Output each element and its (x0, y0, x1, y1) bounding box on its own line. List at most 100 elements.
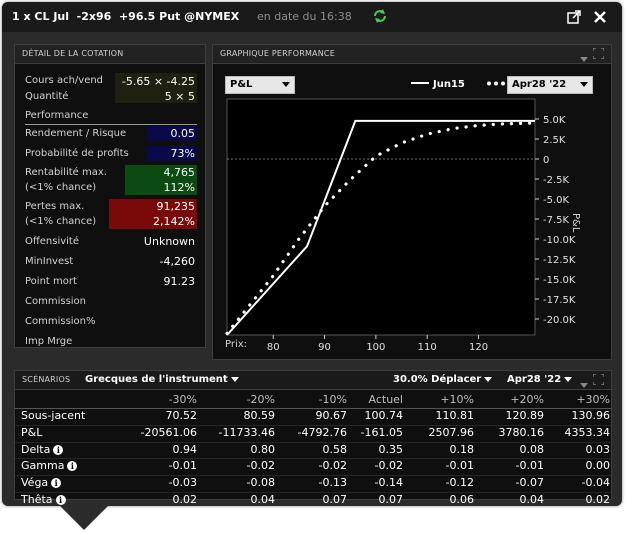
mininvest-label: MinInvest (25, 256, 74, 267)
table-cell: 0.03 (585, 442, 611, 456)
max-loss-label: Pertes max. (25, 201, 85, 212)
row-label: Gamma i (21, 459, 78, 472)
column-header: -20% (246, 393, 275, 406)
offensivite-value: Unknown (143, 235, 195, 248)
y-tick-label: -10.0K (543, 235, 576, 246)
commission-pct-label: Commission% (25, 316, 96, 327)
table-cell: 110.81 (435, 409, 475, 422)
margin-label: Imp Mrge (25, 336, 73, 347)
title-bar: 1 x CL Jul -2x96 +96.5 Put @NYMEX en dat… (2, 2, 622, 32)
y-tick-label: -20.0K (543, 315, 576, 326)
quote-time: en date du 16:38 (257, 10, 352, 23)
max-profit-pct: 112% (163, 181, 195, 194)
y-tick-label: -2.5K (543, 175, 570, 186)
table-cell: 0.58 (322, 442, 348, 456)
mininvest-value: -4,260 (159, 255, 195, 268)
table-cell: 0.35 (378, 442, 404, 456)
max-loss-pct: 2,142% (153, 215, 195, 228)
option-window: 1 x CL Jul -2x96 +96.5 Put @NYMEX en dat… (2, 2, 622, 506)
bid-ask-value: -5.65 × -4.25 (121, 75, 195, 88)
x-tick-label: 90 (318, 342, 331, 353)
greeks-dropdown[interactable]: Grecques de l'instrument (85, 374, 239, 385)
x-axis-label: Prix: (225, 339, 248, 350)
x-tick-label: 80 (267, 342, 280, 353)
table-cell: -0.01 (515, 459, 544, 473)
table-cell: -0.07 (515, 476, 544, 490)
scenario-date-dropdown[interactable]: Apr28 '22 (507, 374, 573, 385)
info-icon[interactable]: i (51, 478, 62, 489)
row-label: Véga i (21, 476, 62, 489)
table-cell: 130.96 (571, 409, 611, 422)
bid-ask-label: Cours ach/vend (25, 75, 104, 86)
table-cell: -20561.06 (140, 425, 197, 439)
table-cell: 80.59 (243, 409, 276, 422)
breakeven-value: 91.23 (163, 275, 196, 288)
y-tick-label: -17.5K (543, 295, 576, 306)
table-cell: -0.02 (246, 459, 275, 473)
table-cell: -0.03 (168, 476, 197, 490)
performance-section-label: Performance (25, 110, 89, 121)
offensivite-label: Offensivité (25, 236, 80, 247)
column-header: -10% (318, 393, 347, 406)
y-tick-label: -15.0K (543, 275, 576, 286)
info-icon[interactable]: i (55, 495, 66, 505)
popout-icon[interactable] (566, 9, 582, 25)
column-header: +10% (440, 393, 474, 406)
table-cell: 0.02 (585, 493, 611, 506)
refresh-icon[interactable] (372, 8, 388, 24)
quantity-value: 5 × 5 (164, 90, 195, 103)
info-icon[interactable]: i (53, 444, 64, 455)
x-tick-label: 100 (366, 342, 385, 353)
y-axis-label: P&L (570, 213, 581, 233)
table-cell: 4353.34 (564, 425, 611, 439)
table-cell: 0.08 (519, 442, 545, 456)
greeks-dropdown-label: Grecques de l'instrument (85, 374, 228, 385)
max-profit-label: Rentabilité max. (25, 167, 107, 178)
table-cell: -0.14 (374, 476, 403, 490)
probability-label: Probabilité de profits (25, 148, 129, 159)
pnl-chart: 5.0K 2.5K 0 -2.5K -5.0K -7.5K -10.0K -12.5K -15.… (225, 98, 576, 353)
table-cell: 0.06 (449, 493, 475, 506)
y-tick-label: 0 (543, 155, 549, 166)
plot-area (226, 98, 536, 336)
y-tick-label: -12.5K (543, 255, 576, 266)
table-cell: 0.18 (449, 442, 475, 456)
table-cell: 3780.16 (498, 425, 545, 439)
y-tick-label: 5.0K (543, 115, 566, 126)
close-icon[interactable] (592, 9, 608, 25)
table-cell: -0.01 (445, 459, 474, 473)
table-cell: 0.00 (585, 459, 611, 473)
table-cell: 0.94 (172, 442, 198, 456)
rendement-value: 0.05 (170, 127, 196, 140)
column-header: Actuel (368, 393, 404, 406)
performance-chart-panel: GRAPHIQUE PERFORMANCE P&L Jun15 Apr28 '2… (212, 44, 612, 360)
max-profit-value: 4,765 (163, 166, 196, 179)
section-divider (25, 124, 197, 125)
row-label: Sous-jacent (21, 409, 86, 422)
table-cell: 120.89 (505, 409, 545, 422)
table-cell: 0.02 (172, 493, 198, 506)
scenario-menu-icon[interactable] (577, 375, 588, 394)
commission-label: Commission (25, 296, 87, 307)
chevron-down-icon (230, 376, 239, 382)
y-tick-label: 2.5K (543, 135, 566, 146)
breakeven-label: Point mort (25, 276, 77, 287)
table-cell: -11733.46 (218, 425, 275, 439)
info-icon[interactable]: i (67, 461, 78, 472)
column-header: +20% (510, 393, 544, 406)
row-label: P&L (21, 425, 43, 439)
column-header: +30% (576, 393, 610, 406)
y-tick-label: -7.5K (543, 215, 570, 226)
table-cell: 100.74 (364, 409, 404, 422)
y-tick-label: -5.0K (543, 195, 570, 206)
table-cell: -0.04 (581, 476, 610, 490)
table-cell: -0.13 (318, 476, 347, 490)
scenarios-header: SCÉNARIOS Grecques de l'instrument 30.0%… (15, 371, 611, 390)
scenarios-panel: SCÉNARIOS Grecques de l'instrument 30.0%… (14, 370, 612, 506)
move-dropdown[interactable]: 30.0% Déplacer (393, 374, 493, 385)
table-cell: 0.80 (250, 442, 276, 456)
expand-icon[interactable] (593, 374, 604, 385)
table-cell: -0.12 (445, 476, 474, 490)
move-dropdown-label: 30.0% Déplacer (393, 374, 482, 385)
table-cell: -0.08 (246, 476, 275, 490)
